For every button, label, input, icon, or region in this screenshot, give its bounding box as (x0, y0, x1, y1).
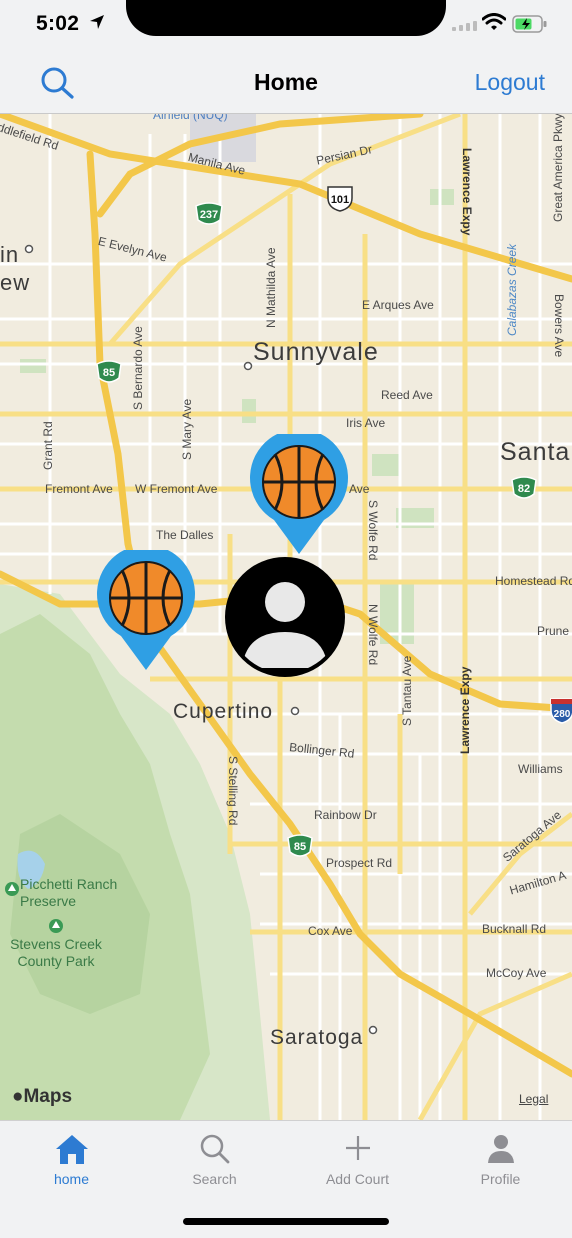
street-label: S Bernardo Ave (131, 326, 145, 410)
park-icon (49, 919, 63, 933)
park-icon (5, 882, 19, 896)
tab-home[interactable]: home (0, 1121, 143, 1201)
street-label: The Dalles (156, 528, 214, 542)
street-label: S Tantau Ave (400, 655, 414, 726)
street-label: W Fremont Ave (135, 482, 218, 496)
plus-icon (345, 1136, 370, 1160)
signal-icon (452, 21, 477, 31)
person-icon (487, 1135, 514, 1163)
street-label: Iris Ave (346, 416, 386, 430)
home-indicator[interactable] (183, 1218, 389, 1225)
saratoga-dot (368, 1025, 378, 1035)
battery-icon (512, 15, 547, 33)
basketball-court-pin[interactable] (96, 550, 196, 672)
street-label: Calabazas Creek (505, 243, 519, 336)
svg-text:237: 237 (200, 209, 218, 221)
street-label: Homestead Rd (495, 574, 572, 588)
status-time: 5:02 (36, 12, 80, 35)
street-label: N Mathilda Ave (264, 247, 278, 329)
highway-237-shield: 237 (195, 202, 223, 225)
tab-label: home (53, 1171, 90, 1187)
street-label: Airfield (NUQ) (153, 114, 228, 122)
street-label: E Arques Ave (362, 298, 434, 312)
city-label-ew: ew (0, 270, 31, 295)
street-label: Lawrence Expy (458, 666, 472, 754)
tab-label: Add Court (325, 1171, 390, 1187)
street-label: Grant Rd (41, 421, 55, 470)
city-label-santa: Santa (500, 438, 571, 466)
street-label: Bucknall Rd (482, 922, 547, 936)
street-label: Bowers Ave (552, 294, 566, 358)
svg-text:101: 101 (331, 194, 349, 206)
tab-search[interactable]: Search (143, 1121, 286, 1201)
location-arrow-icon (90, 15, 104, 29)
apple-logo-icon: ● (12, 1086, 24, 1107)
street-label: Reed Ave (381, 388, 433, 402)
street-label: Prospect Rd (326, 856, 393, 870)
street-label: Ave (349, 482, 370, 496)
street-label: N Wolfe Rd (366, 604, 380, 666)
street-label: S Wolfe Rd (366, 500, 380, 561)
street-label: Great America Pkwy (551, 114, 565, 222)
highway-85-shield-south: 85 (287, 834, 313, 857)
city-label-sunnyvale: Sunnyvale (253, 338, 379, 366)
street-label: Rainbow Dr (314, 808, 377, 822)
city-label-in: in (0, 242, 20, 267)
search-icon (200, 1134, 229, 1164)
status-bar: 5:02 (0, 0, 572, 52)
sunnyvale-dot (243, 361, 253, 371)
highway-85-shield: 85 (96, 360, 122, 383)
street-label: Prune (537, 624, 570, 638)
tab-profile[interactable]: Profile (429, 1121, 572, 1201)
street-label: S Stelling Rd (226, 756, 240, 826)
wifi-icon (482, 13, 506, 30)
street-label: S Mary Ave (180, 398, 194, 460)
device-notch (126, 0, 446, 36)
apple-maps-brand: ●Maps (12, 1086, 73, 1107)
user-avatar[interactable] (224, 556, 346, 678)
navigation-bar: Home Logout (0, 52, 572, 114)
map-view[interactable]: 237 101 85 82 85 280 Sunnyvale Cupertino… (0, 114, 572, 1120)
highway-82-shield: 82 (511, 476, 537, 499)
highway-280-shield: 280 (550, 698, 572, 724)
cupertino-dot (290, 706, 300, 716)
phone-screen: 5:02 Home Logout 237 101 85 82 85 280 Su… (0, 0, 572, 1238)
city-label-cupertino: Cupertino (173, 700, 274, 723)
street-label: McCoy Ave (486, 966, 547, 980)
city-dot-west (24, 244, 34, 254)
street-label: Fremont Ave (45, 482, 113, 496)
park-label-picchetti: Picchetti Ranch Preserve (20, 876, 118, 909)
svg-text:280: 280 (554, 709, 571, 720)
tab-label: Search (192, 1171, 237, 1187)
tab-add-court[interactable]: Add Court (286, 1121, 429, 1201)
legal-link[interactable]: Legal (519, 1092, 548, 1106)
basketball-court-pin[interactable] (249, 434, 349, 556)
tab-label: Profile (480, 1171, 521, 1187)
street-label: Williams (518, 762, 563, 776)
park-label-stevens: Stevens Creek County Park (10, 936, 102, 969)
street-label: Lawrence Expy (460, 148, 474, 236)
city-label-saratoga: Saratoga (270, 1026, 364, 1049)
svg-text:85: 85 (294, 841, 306, 853)
svg-text:82: 82 (518, 483, 530, 495)
street-label: Cox Ave (308, 924, 353, 938)
home-icon (55, 1135, 88, 1164)
svg-text:85: 85 (103, 367, 115, 379)
logout-button[interactable]: Logout (475, 69, 545, 96)
highway-101-shield: 101 (327, 186, 353, 212)
